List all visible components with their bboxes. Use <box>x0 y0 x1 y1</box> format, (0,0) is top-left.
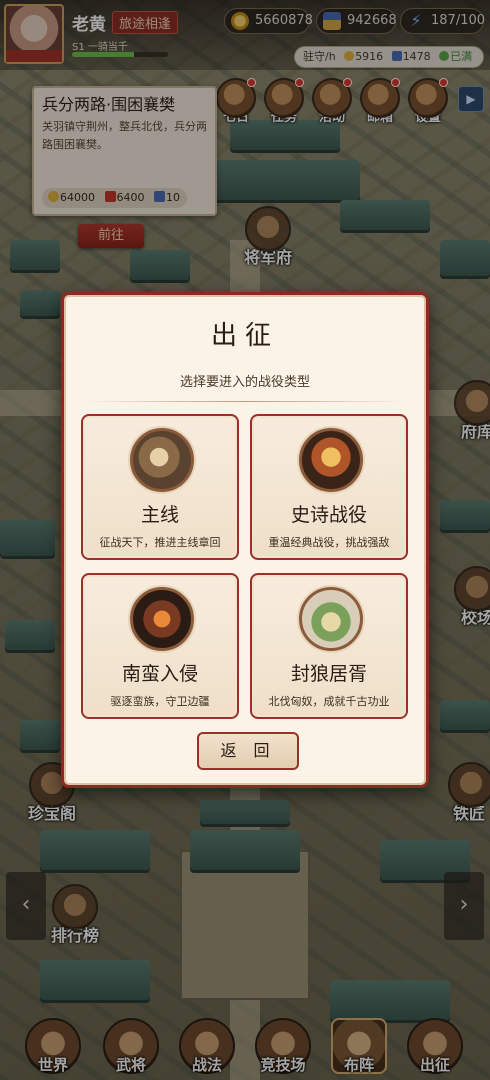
campaign-card-desc: 北伐匈奴，成就千古功业 <box>268 695 390 708</box>
campaign-card-epic[interactable]: 史诗战役 重温经典战役，挑战强敌 <box>250 414 408 560</box>
campaign-card-northern-expedition[interactable]: 封狼居胥 北伐匈奴，成就千古功业 <box>250 573 408 719</box>
expedition-dialog: 出征 选择要进入的战役类型 主线 征战天下，推进主线章回 史诗战役 重温经典战役… <box>61 292 429 788</box>
palace-icon <box>299 428 363 492</box>
campaign-card-title: 封狼居胥 <box>290 663 367 685</box>
battle-flag-icon <box>130 428 194 492</box>
campaign-card-title: 南蛮入侵 <box>121 663 198 685</box>
mountain-flag-icon <box>299 587 363 651</box>
barbarian-icon <box>130 587 194 651</box>
back-button[interactable]: 返 回 <box>197 732 299 770</box>
campaign-card-main[interactable]: 主线 征战天下，推进主线章回 <box>81 414 239 560</box>
campaign-card-title: 主线 <box>140 504 179 526</box>
campaign-card-title: 史诗战役 <box>290 504 367 526</box>
dialog-divider <box>84 401 406 402</box>
campaign-card-southern-invasion[interactable]: 南蛮入侵 驱逐蛮族，守卫边疆 <box>81 573 239 719</box>
campaign-card-desc: 征战天下，推进主线章回 <box>99 536 221 549</box>
dialog-subtitle: 选择要进入的战役类型 <box>179 375 310 390</box>
campaign-card-desc: 驱逐蛮族，守卫边疆 <box>110 695 210 708</box>
dialog-title: 出征 <box>210 321 279 351</box>
campaign-card-desc: 重温经典战役，挑战强敌 <box>268 536 390 549</box>
